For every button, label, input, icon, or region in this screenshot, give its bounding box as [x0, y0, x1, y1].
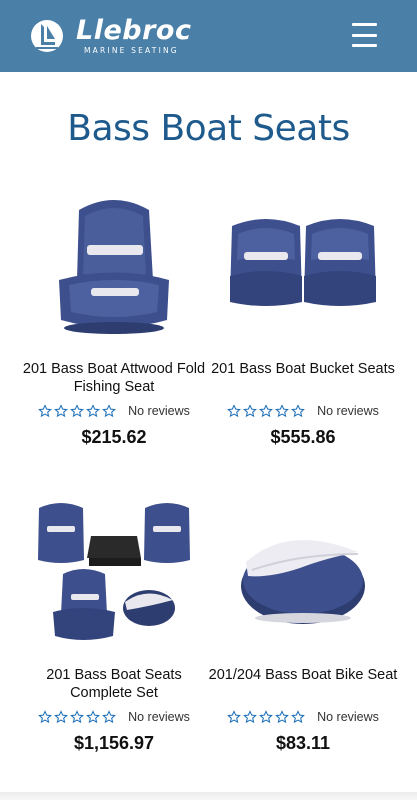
review-count: No reviews	[317, 404, 379, 418]
star-outline-icon	[227, 404, 241, 418]
review-count: No reviews	[128, 710, 190, 724]
star-outline-icon	[54, 404, 68, 418]
review-count: No reviews	[128, 404, 190, 418]
product-rating: No reviews	[208, 710, 398, 724]
star-outline-icon	[70, 710, 84, 724]
product-image[interactable]	[19, 190, 209, 350]
product-price: $555.86	[270, 427, 336, 447]
product-title[interactable]: 201 Bass Boat Seats Complete Set	[19, 666, 209, 702]
star-rating	[227, 710, 305, 724]
product-title[interactable]: 201 Bass Boat Attwood Fold Fishing Seat	[19, 360, 209, 396]
star-outline-icon	[275, 710, 289, 724]
star-outline-icon	[54, 710, 68, 724]
star-outline-icon	[86, 404, 100, 418]
star-outline-icon	[38, 404, 52, 418]
folding-seat-image	[59, 200, 169, 334]
brand-tagline: MARINE SEATING	[84, 46, 179, 55]
star-outline-icon	[227, 710, 241, 724]
product-price: $1,156.97	[73, 733, 155, 753]
scroll-edge-divider	[0, 792, 417, 800]
product-card[interactable]: 201 Bass Boat Bucket Seats No reviews $5…	[208, 190, 398, 448]
product-title[interactable]: 201 Bass Boat Bucket Seats	[208, 360, 398, 396]
star-rating	[38, 404, 116, 418]
complete-set-image	[38, 503, 190, 640]
star-rating	[38, 710, 116, 724]
product-image[interactable]	[208, 496, 398, 656]
star-outline-icon	[102, 710, 116, 724]
star-outline-icon	[291, 710, 305, 724]
product-price: $83.11	[275, 733, 331, 753]
bucket-seats-image	[230, 219, 376, 306]
product-card[interactable]: 201 Bass Boat Seats Complete Set No revi…	[19, 496, 209, 754]
star-outline-icon	[86, 710, 100, 724]
product-rating: No reviews	[208, 404, 398, 418]
product-rating: No reviews	[19, 710, 209, 724]
star-outline-icon	[275, 404, 289, 418]
review-count: No reviews	[317, 710, 379, 724]
star-outline-icon	[259, 710, 273, 724]
star-outline-icon	[38, 710, 52, 724]
star-outline-icon	[243, 404, 257, 418]
star-rating	[227, 404, 305, 418]
star-outline-icon	[259, 404, 273, 418]
page-title: Bass Boat Seats	[67, 108, 350, 149]
brand-logo[interactable]: Llebroc MARINE SEATING	[30, 16, 191, 56]
bike-seat-image	[241, 540, 365, 624]
menu-button[interactable]	[352, 23, 377, 47]
star-outline-icon	[291, 404, 305, 418]
product-price: $215.62	[81, 427, 147, 447]
product-card[interactable]: 201 Bass Boat Attwood Fold Fishing Seat …	[19, 190, 209, 448]
product-title[interactable]: 201/204 Bass Boat Bike Seat	[208, 666, 398, 702]
star-outline-icon	[70, 404, 84, 418]
product-card[interactable]: 201/204 Bass Boat Bike Seat No reviews $…	[208, 496, 398, 754]
sail-logo-icon	[31, 20, 63, 52]
hamburger-icon	[352, 23, 377, 26]
star-outline-icon	[243, 710, 257, 724]
brand-name: Llebroc	[76, 15, 192, 46]
product-image[interactable]	[208, 190, 398, 350]
product-image[interactable]	[19, 496, 209, 656]
product-rating: No reviews	[19, 404, 209, 418]
star-outline-icon	[102, 404, 116, 418]
site-header: Llebroc MARINE SEATING	[0, 0, 417, 72]
